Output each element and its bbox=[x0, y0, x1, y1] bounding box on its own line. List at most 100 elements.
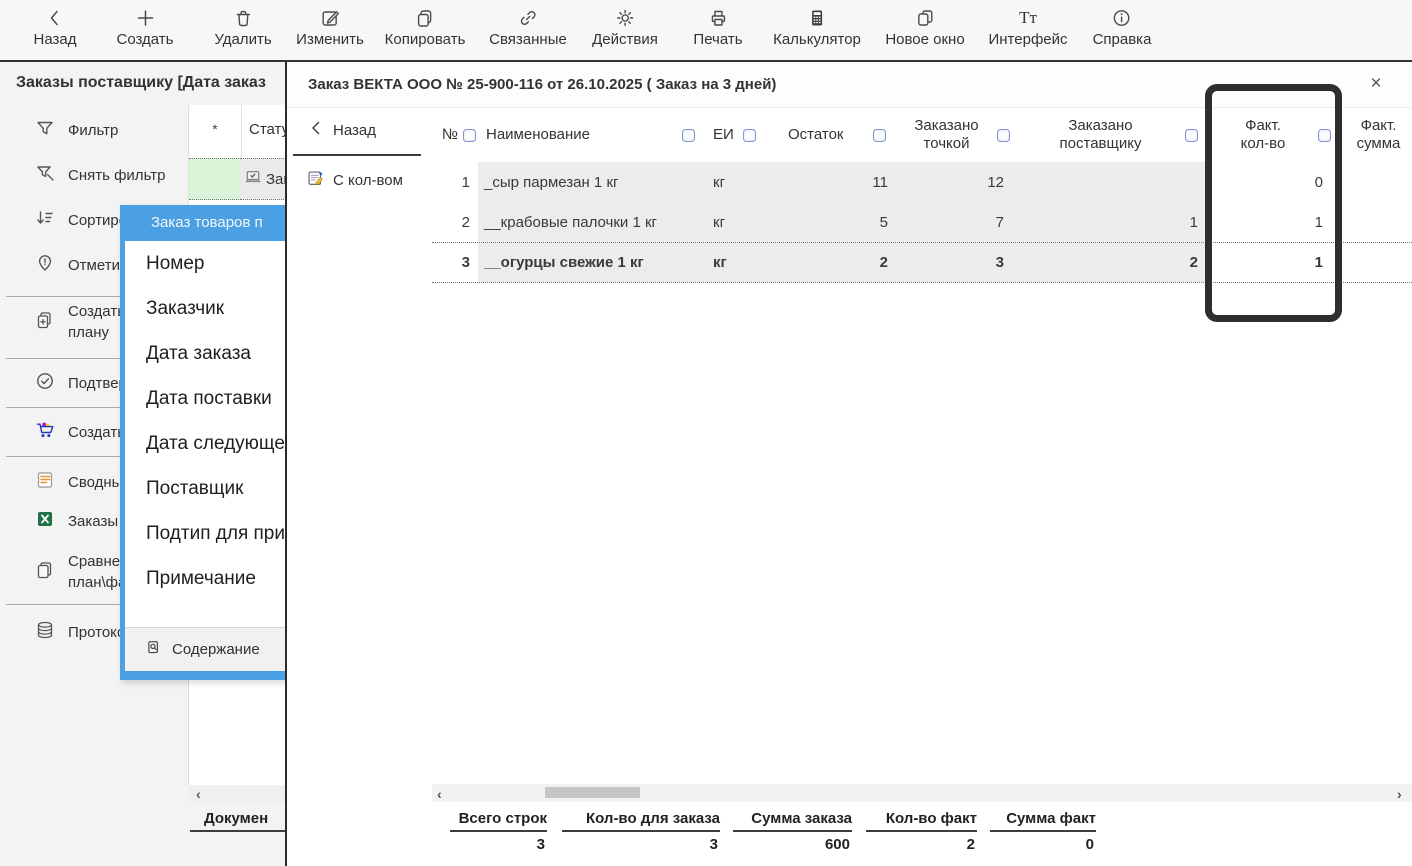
cell-fact-qty[interactable]: 0 bbox=[1208, 162, 1341, 202]
col-header-name[interactable]: Наименование bbox=[478, 108, 703, 162]
toolbar-print-button[interactable]: Печать bbox=[693, 7, 742, 48]
toolbar-label: Копировать bbox=[385, 31, 466, 48]
toolbar-label: Печать bbox=[693, 31, 742, 48]
new-window-icon bbox=[914, 7, 936, 29]
col-header-remain[interactable]: Остаток bbox=[770, 108, 896, 162]
cell-num[interactable]: 2 bbox=[432, 202, 478, 242]
printer-icon bbox=[707, 7, 729, 29]
toolbar-label: Новое окно bbox=[885, 31, 964, 48]
menu-item-number[interactable]: Номер bbox=[125, 241, 287, 286]
total-value: 0 bbox=[990, 832, 1096, 853]
scroll-left-arrow[interactable]: ‹ bbox=[437, 786, 442, 802]
orders-grid-selected-cell[interactable] bbox=[189, 158, 241, 200]
toolbar-delete-button[interactable]: Удалить bbox=[214, 7, 271, 48]
action-label: Создать плану bbox=[68, 301, 125, 343]
close-icon[interactable]: × bbox=[1364, 72, 1388, 96]
toolbar-actions-button[interactable]: Действия bbox=[592, 7, 658, 48]
trash-icon bbox=[232, 7, 254, 29]
scroll-right-arrow[interactable]: › bbox=[1397, 786, 1402, 802]
total-value: 3 bbox=[450, 832, 547, 853]
database-icon bbox=[34, 619, 56, 646]
toolbar-edit-button[interactable]: Изменить bbox=[296, 7, 364, 48]
left-hscrollbar[interactable] bbox=[188, 785, 285, 803]
col-label: Факт. сумма bbox=[1345, 117, 1412, 153]
cell-ordered-point[interactable]: 12 bbox=[896, 162, 1016, 202]
cell-remain[interactable]: 11 bbox=[770, 162, 896, 202]
edit-icon bbox=[319, 7, 341, 29]
action-filter[interactable]: Фильтр bbox=[0, 118, 188, 142]
menu-item-supplier[interactable]: Поставщик bbox=[125, 466, 287, 511]
col-checkbox[interactable] bbox=[873, 129, 886, 142]
cell-remain[interactable]: 2 bbox=[770, 243, 896, 282]
col-header-fact-sum[interactable]: Факт. сумма bbox=[1345, 108, 1412, 162]
toolbar-related-button[interactable]: Связанные bbox=[489, 7, 567, 48]
toolbar-copy-button[interactable]: Копировать bbox=[385, 7, 466, 48]
orders-grid-star-header[interactable]: * bbox=[189, 121, 241, 137]
menu-item-order-date[interactable]: Дата заказа bbox=[125, 331, 287, 376]
cell-name[interactable]: _сыр пармезан 1 кг bbox=[478, 162, 703, 202]
total-value: 600 bbox=[733, 832, 852, 853]
cell-fact-qty[interactable]: 1 bbox=[1208, 243, 1341, 282]
menu-item-delivery-date[interactable]: Дата поставки bbox=[125, 376, 287, 421]
cell-fact-sum[interactable] bbox=[1345, 243, 1412, 282]
cell-num[interactable]: 1 bbox=[432, 162, 478, 202]
sort-icon bbox=[34, 207, 56, 234]
cell-unit[interactable]: кг bbox=[703, 243, 770, 282]
cell-remain[interactable]: 5 bbox=[770, 202, 896, 242]
action-clear-filter[interactable]: Снять фильтр bbox=[0, 163, 188, 187]
toolbar-new-window-button[interactable]: Новое окно bbox=[885, 7, 964, 48]
menu-item-next-date[interactable]: Дата следующей bbox=[125, 421, 287, 466]
cell-fact-sum[interactable] bbox=[1345, 162, 1412, 202]
menu-item-customer[interactable]: Заказчик bbox=[125, 286, 287, 331]
cell-name[interactable]: __огурцы свежие 1 кг bbox=[478, 243, 703, 282]
scroll-thumb[interactable] bbox=[545, 787, 640, 798]
table-row[interactable]: 1 _сыр пармезан 1 кг кг 11 12 0 bbox=[432, 162, 1412, 202]
table-row-selected[interactable]: 3 __огурцы свежие 1 кг кг 2 3 2 1 bbox=[432, 242, 1412, 283]
col-checkbox[interactable] bbox=[1185, 129, 1198, 142]
cell-name[interactable]: __крабовые палочки 1 кг bbox=[478, 202, 703, 242]
toolbar-label: Интерфейс bbox=[988, 31, 1067, 48]
toolbar-interface-button[interactable]: Tт Интерфейс bbox=[988, 7, 1067, 48]
menu-item-note[interactable]: Примечание bbox=[125, 556, 287, 601]
col-checkbox[interactable] bbox=[743, 129, 756, 142]
toolbar-create-button[interactable]: Создать bbox=[116, 7, 173, 48]
cell-fact-qty[interactable]: 1 bbox=[1208, 202, 1341, 242]
cell-fact-sum[interactable] bbox=[1345, 202, 1412, 242]
panel-title: Заказы поставщику [Дата заказ bbox=[16, 74, 285, 92]
orders-grid-status-header[interactable]: Статус bbox=[249, 121, 285, 138]
toolbar-label: Назад bbox=[34, 31, 77, 48]
orders-grid-status-cell[interactable]: Зак bbox=[241, 158, 285, 200]
col-header-unit[interactable]: ЕИ bbox=[703, 108, 770, 162]
cell-num[interactable]: 3 bbox=[432, 243, 478, 282]
cell-ordered-supplier[interactable] bbox=[1016, 162, 1206, 202]
col-checkbox[interactable] bbox=[1318, 129, 1331, 142]
toolbar-calculator-button[interactable]: Калькулятор bbox=[773, 7, 861, 48]
left-scroll-left-arrow[interactable]: ‹ bbox=[196, 786, 201, 802]
menu-item-subtype[interactable]: Подтип для прих bbox=[125, 511, 287, 556]
cell-ordered-supplier[interactable]: 1 bbox=[1016, 202, 1206, 242]
col-header-ordered-supplier[interactable]: Заказано поставщику bbox=[1016, 108, 1206, 162]
total-label: Всего строк bbox=[450, 810, 547, 832]
toolbar-label: Изменить bbox=[296, 31, 364, 48]
total-order-sum: Сумма заказа 600 bbox=[733, 810, 852, 853]
table-row[interactable]: 2 __крабовые палочки 1 кг кг 5 7 1 1 bbox=[432, 202, 1412, 242]
col-checkbox[interactable] bbox=[997, 129, 1010, 142]
cell-ordered-supplier[interactable]: 2 bbox=[1016, 243, 1206, 282]
col-header-ordered-point[interactable]: Заказано точкой bbox=[896, 108, 1016, 162]
order-context-menu: Заказ товаров п Номер Заказчик Дата зака… bbox=[120, 205, 287, 680]
toolbar-back-button[interactable]: Назад bbox=[34, 7, 77, 48]
col-checkbox[interactable] bbox=[463, 129, 476, 142]
mode-with-qty-button[interactable]: С кол-вом bbox=[305, 168, 403, 193]
cell-unit[interactable]: кг bbox=[703, 202, 770, 242]
col-header-fact-qty[interactable]: Факт. кол-во bbox=[1208, 108, 1341, 162]
cell-unit[interactable]: кг bbox=[703, 162, 770, 202]
info-icon bbox=[1111, 7, 1133, 29]
cell-ordered-point[interactable]: 7 bbox=[896, 202, 1016, 242]
col-checkbox[interactable] bbox=[682, 129, 695, 142]
menu-item-contents[interactable]: Содержание bbox=[125, 627, 287, 671]
toolbar-help-button[interactable]: Справка bbox=[1093, 7, 1152, 48]
order-back-button[interactable]: Назад bbox=[309, 120, 376, 141]
cell-ordered-point[interactable]: 3 bbox=[896, 243, 1016, 282]
col-header-num[interactable]: № bbox=[432, 108, 478, 162]
toolbar-label: Удалить bbox=[214, 31, 271, 48]
